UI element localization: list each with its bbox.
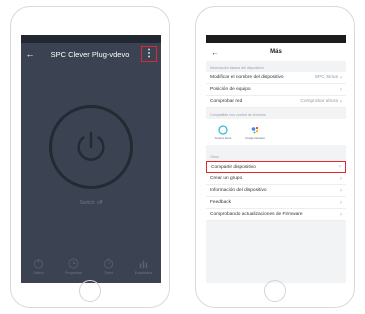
power-icon [34, 258, 43, 269]
row-label: Compartir dispositivo [211, 164, 256, 170]
row-device-info[interactable]: Información del dispositivo › [206, 185, 346, 197]
back-arrow-icon[interactable]: ← [21, 49, 39, 59]
top-bar: ← Más [206, 43, 346, 61]
more-settings-screen: ← Más Información básica del dispositivo… [206, 35, 346, 283]
toolbar-item-schedule[interactable]: Programar [59, 258, 89, 275]
row-label: Posición de equipo [210, 87, 251, 92]
toolbar-label: Programar [65, 271, 82, 275]
toolbar-item-timer[interactable]: Timer [94, 258, 124, 275]
power-toggle-button[interactable] [49, 105, 133, 189]
toolbar-label: Timer [103, 271, 114, 275]
phone-frame-right: ← Más Información básica del dispositivo… [195, 6, 355, 308]
chevron-right-icon: › [340, 187, 342, 194]
section-label-device-info: Información básica del dispositivo [210, 66, 264, 70]
back-arrow-icon[interactable]: ← [206, 48, 224, 57]
switch-status-text: Switch: off [79, 200, 103, 206]
device-title: SPC Clever Plug-vdevo [50, 49, 130, 59]
bottom-toolbar: Switch Programar Timer Estadística [21, 258, 161, 275]
assistant-label: Google Assistant [245, 136, 265, 140]
more-options-button[interactable]: ⋮ [141, 46, 157, 62]
toolbar-item-statistics[interactable]: Estadística [129, 258, 159, 275]
phone-frame-left: ← SPC Clever Plug-vdevo ⋮ Switch: off Sw… [10, 6, 170, 308]
alexa-icon [218, 124, 228, 135]
row-firmware-update[interactable]: Comprobando actualizaciones de Firmware … [206, 209, 346, 221]
page-title: Más [270, 49, 282, 55]
row-label: Feedback [210, 200, 232, 205]
toolbar-label: Estadística [134, 271, 153, 275]
row-label: Comprobar red [210, 99, 243, 104]
row-label: Información del dispositivo [210, 188, 267, 193]
assistant-alexa[interactable]: Amazon Alexa [210, 124, 236, 140]
chevron-right-icon: › [339, 164, 341, 170]
clock-icon [68, 258, 79, 269]
google-assistant-icon [251, 126, 259, 133]
row-value: SPC Sirius [314, 75, 338, 80]
row-share-device[interactable]: Compartir dispositivo › [206, 161, 346, 173]
chevron-right-icon: › [340, 98, 342, 105]
row-check-network[interactable]: Comprobar red Comprobar ahora › [206, 96, 346, 108]
chevron-right-icon: › [340, 74, 342, 81]
toolbar-label: Switch [33, 271, 44, 275]
row-value: Comprobar ahora [300, 99, 338, 104]
row-label: Comprobando actualizaciones de Firmware [210, 212, 303, 217]
chevron-right-icon: › [340, 211, 342, 218]
home-button [79, 280, 101, 302]
status-bar [206, 35, 346, 43]
home-button [264, 280, 286, 302]
chevron-right-icon: › [340, 199, 342, 206]
section-label-assistants: Compatible con control de terceros [210, 113, 266, 117]
top-bar: ← SPC Clever Plug-vdevo ⋮ [21, 43, 161, 65]
toolbar-item-switch[interactable]: Switch [24, 258, 54, 275]
chevron-right-icon: › [340, 175, 342, 182]
row-feedback[interactable]: Feedback › [206, 197, 346, 209]
device-control-screen: ← SPC Clever Plug-vdevo ⋮ Switch: off Sw… [21, 35, 161, 283]
row-device-location[interactable]: Posición de equipo › [206, 84, 346, 96]
row-rename-device[interactable]: Modificar el nombre del dispositivo SPC … [206, 72, 346, 84]
row-label: Modificar el nombre del dispositivo [210, 75, 284, 80]
status-bar [21, 35, 161, 43]
section-label-other: Otros [210, 155, 219, 159]
power-icon [77, 131, 105, 161]
row-create-group[interactable]: Crear un grupo › [206, 173, 346, 185]
row-label: Crear un grupo [210, 176, 243, 181]
chart-icon [139, 260, 148, 269]
assistant-label: Amazon Alexa [214, 136, 232, 140]
chevron-right-icon: › [340, 86, 342, 93]
timer-icon [104, 258, 113, 269]
more-vertical-icon: ⋮ [144, 48, 154, 59]
assistant-google[interactable]: Google Assistant [242, 125, 268, 140]
third-party-assistants: Amazon Alexa Google Assistant [206, 119, 346, 145]
